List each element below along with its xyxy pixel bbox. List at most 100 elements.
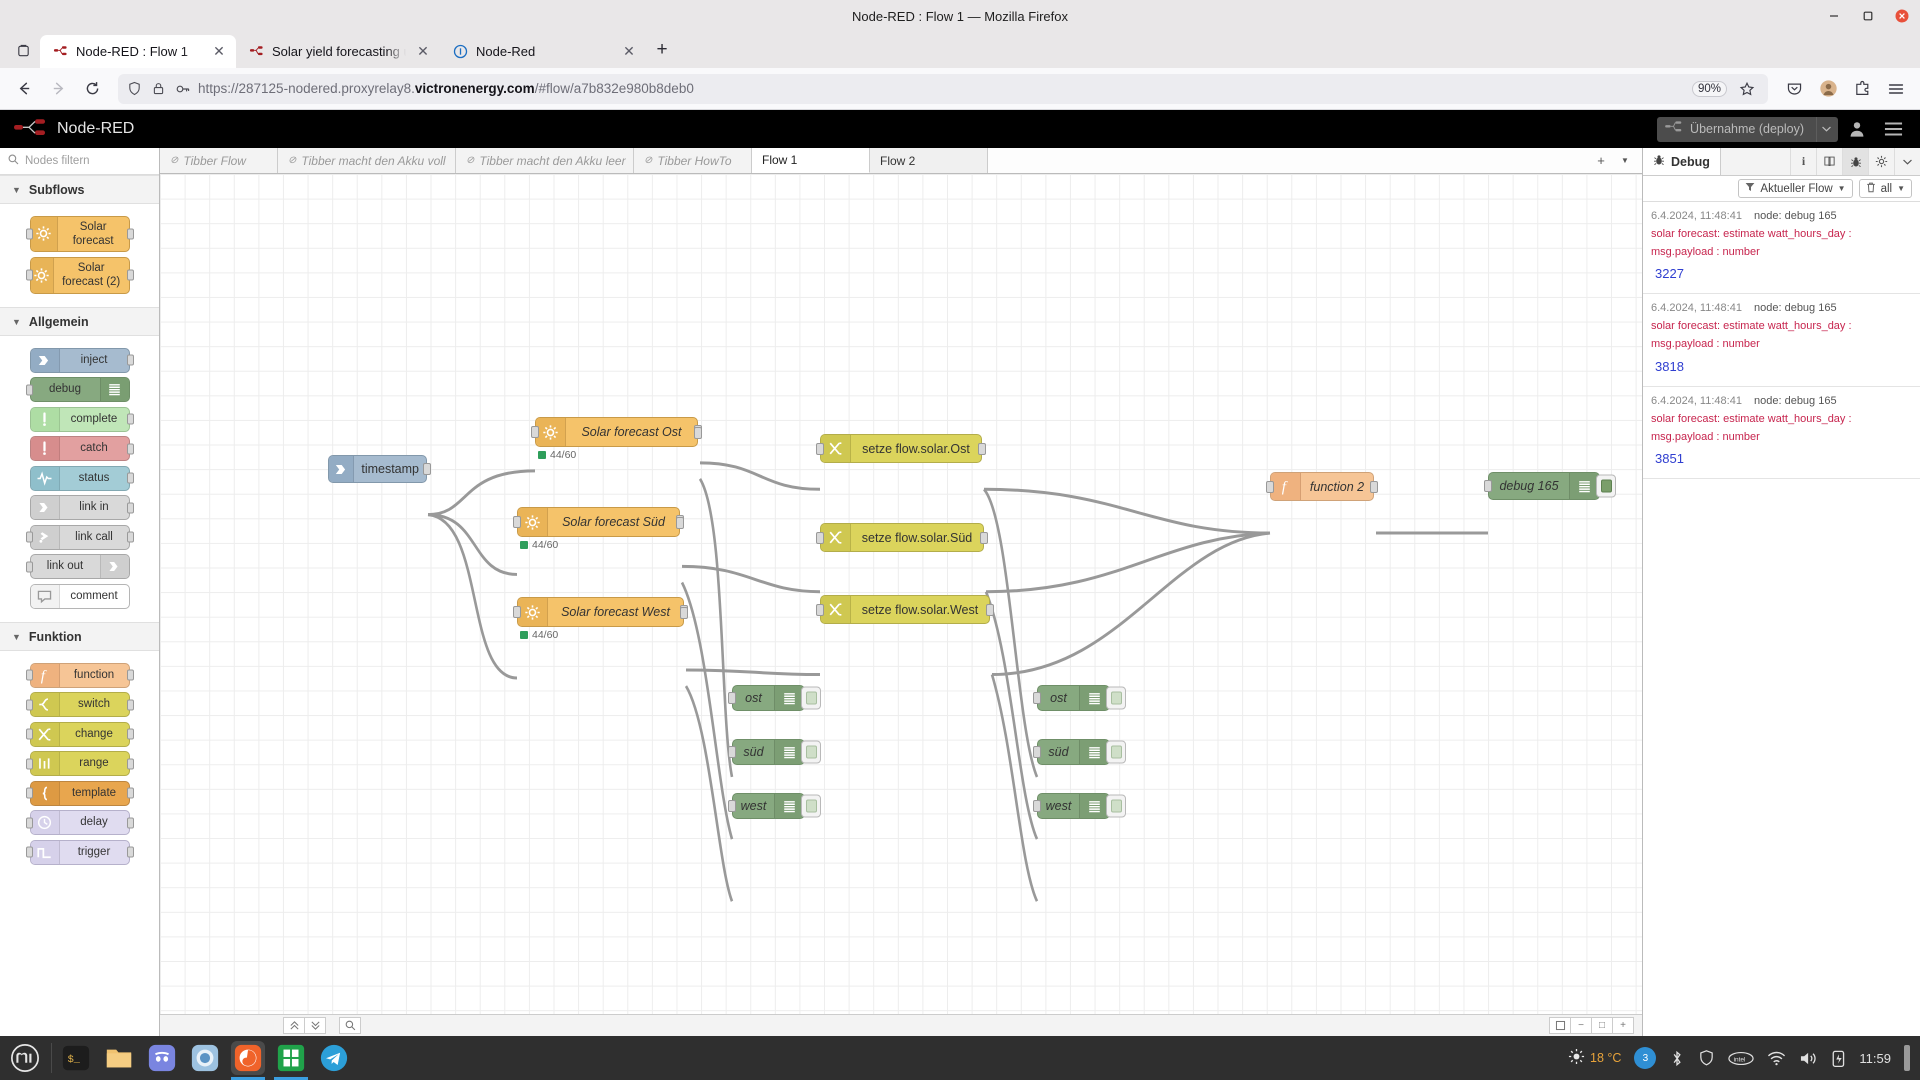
- lock-icon[interactable]: [150, 80, 167, 97]
- node-input-port[interactable]: [25, 269, 33, 281]
- list-all-tabs-icon[interactable]: [6, 32, 40, 68]
- extensions-icon[interactable]: [1846, 73, 1878, 105]
- node-output-port[interactable]: [126, 699, 134, 710]
- debug-node-toggle[interactable]: [1106, 740, 1126, 764]
- hamburger-icon[interactable]: [1876, 114, 1910, 144]
- weather-indicator[interactable]: 18 °C: [1568, 1048, 1621, 1068]
- node-input-port[interactable]: [1484, 480, 1492, 492]
- flow-node-west1[interactable]: west: [728, 793, 821, 819]
- node-input-port[interactable]: [25, 846, 33, 858]
- debug-message[interactable]: 6.4.2024, 11:48:41 node: debug 165 solar…: [1643, 387, 1920, 480]
- flow-node-sued1[interactable]: süd: [728, 739, 821, 765]
- gear-icon[interactable]: [1868, 148, 1894, 175]
- back-icon[interactable]: [8, 73, 40, 105]
- palette-node[interactable]: template: [0, 780, 159, 806]
- wifi-icon[interactable]: [1767, 1051, 1786, 1066]
- maximize-button[interactable]: [1860, 8, 1876, 24]
- shield-icon[interactable]: [1698, 1049, 1715, 1067]
- node-output-port[interactable]: [126, 728, 134, 740]
- bookmark-star-icon[interactable]: [1734, 76, 1760, 102]
- close-tab-icon[interactable]: ✕: [414, 43, 432, 61]
- node-output-port[interactable]: [126, 531, 134, 543]
- node-input-port[interactable]: [728, 746, 736, 758]
- telegram-icon[interactable]: [317, 1041, 351, 1075]
- node-input-port[interactable]: [25, 531, 33, 543]
- flow-node-dbg165[interactable]: debug 165: [1484, 472, 1616, 500]
- node-output-port[interactable]: [694, 427, 702, 439]
- debug-node-toggle[interactable]: [801, 686, 821, 710]
- zoom-out-icon[interactable]: −: [1570, 1017, 1592, 1034]
- zoom-level-indicator[interactable]: 90%: [1691, 80, 1727, 97]
- flow-node-timestamp[interactable]: timestamp: [328, 455, 431, 483]
- close-button[interactable]: [1894, 8, 1910, 24]
- book-icon[interactable]: [1816, 148, 1842, 175]
- chevron-down-icon[interactable]: ▼: [1614, 148, 1636, 174]
- user-icon[interactable]: [1840, 114, 1874, 144]
- close-tab-icon[interactable]: ✕: [620, 43, 638, 61]
- node-input-port[interactable]: [1033, 800, 1041, 812]
- debug-clear-button[interactable]: all ▼: [1858, 179, 1912, 198]
- palette-node[interactable]: complete: [0, 406, 159, 432]
- palette-node[interactable]: switch: [0, 692, 159, 717]
- flow-tab-0[interactable]: ⊘ Tibber Flow: [160, 148, 278, 173]
- palette-node[interactable]: change: [0, 721, 159, 747]
- notification-badge[interactable]: 3: [1634, 1047, 1657, 1069]
- clock-label[interactable]: 11:59: [1859, 1051, 1891, 1066]
- palette-node[interactable]: f function: [0, 662, 159, 688]
- node-input-port[interactable]: [25, 228, 33, 240]
- node-output-port[interactable]: [126, 443, 134, 454]
- palette-category-subflows[interactable]: ▼ Subflows: [0, 175, 159, 204]
- zoom-100-icon[interactable]: □: [1591, 1017, 1613, 1034]
- deploy-dropdown-icon[interactable]: [1816, 116, 1836, 142]
- account-avatar-icon[interactable]: [1812, 73, 1844, 105]
- palette-node[interactable]: link call: [0, 524, 159, 550]
- flow-node-sf-ost[interactable]: Solar forecast Ost 44/60: [531, 417, 702, 461]
- debug-node-toggle[interactable]: [1596, 474, 1616, 498]
- chevron-down-icon[interactable]: [1894, 148, 1920, 175]
- new-tab-button[interactable]: +: [646, 34, 678, 66]
- show-desktop-button[interactable]: [1904, 1045, 1910, 1071]
- flow-node-fn2[interactable]: f function 2: [1266, 472, 1378, 501]
- firefox-icon[interactable]: [231, 1041, 265, 1080]
- node-output-port[interactable]: [978, 442, 986, 455]
- palette-node[interactable]: comment: [0, 583, 159, 609]
- add-flow-button[interactable]: +: [1590, 148, 1612, 174]
- close-tab-icon[interactable]: ✕: [210, 43, 228, 61]
- palette-node[interactable]: delay: [0, 810, 159, 835]
- palette-node[interactable]: trigger: [0, 839, 159, 865]
- discord-icon[interactable]: [145, 1041, 179, 1075]
- info-icon[interactable]: i: [1790, 148, 1816, 175]
- flow-node-set-sued[interactable]: setze flow.solar.Süd: [816, 523, 988, 552]
- debug-node-toggle[interactable]: [801, 794, 821, 818]
- debug-message-list[interactable]: 6.4.2024, 11:48:41 node: debug 165 solar…: [1643, 202, 1920, 1036]
- node-output-port[interactable]: [676, 517, 684, 529]
- palette-node[interactable]: status: [0, 465, 159, 491]
- flow-node-set-west[interactable]: setze flow.solar.West: [816, 595, 994, 624]
- palette-scroll[interactable]: ▼ Subflows Solar forecast Solar forecast …: [0, 175, 159, 1036]
- node-input-port[interactable]: [1266, 480, 1274, 493]
- node-output-port[interactable]: [126, 669, 134, 681]
- node-output-port[interactable]: [1370, 480, 1378, 493]
- palette-node[interactable]: debug: [0, 377, 159, 402]
- node-input-port[interactable]: [25, 728, 33, 740]
- flow-tab-4[interactable]: Flow 1: [752, 148, 870, 173]
- node-output-port[interactable]: [126, 228, 134, 240]
- debug-node-toggle[interactable]: [1106, 794, 1126, 818]
- node-input-port[interactable]: [1033, 692, 1041, 704]
- bluetooth-icon[interactable]: [1669, 1050, 1685, 1067]
- palette-node[interactable]: link in: [0, 495, 159, 520]
- flow-node-west2[interactable]: west: [1033, 793, 1126, 819]
- node-input-port[interactable]: [25, 817, 33, 828]
- debug-node-toggle[interactable]: [801, 740, 821, 764]
- node-output-port[interactable]: [126, 269, 134, 281]
- palette-category-allgemein[interactable]: ▼ Allgemein: [0, 307, 159, 336]
- palette-node[interactable]: range: [0, 751, 159, 776]
- node-output-port[interactable]: [126, 846, 134, 858]
- files-icon[interactable]: [102, 1041, 136, 1075]
- flow-tab-3[interactable]: ⊘ Tibber HowTo: [634, 148, 752, 173]
- node-output-port[interactable]: [126, 502, 134, 513]
- flow-node-sf-west[interactable]: Solar forecast West 44/60: [513, 597, 688, 641]
- node-output-port[interactable]: [126, 472, 134, 484]
- terminal-icon[interactable]: $_: [59, 1041, 93, 1075]
- node-input-port[interactable]: [25, 669, 33, 681]
